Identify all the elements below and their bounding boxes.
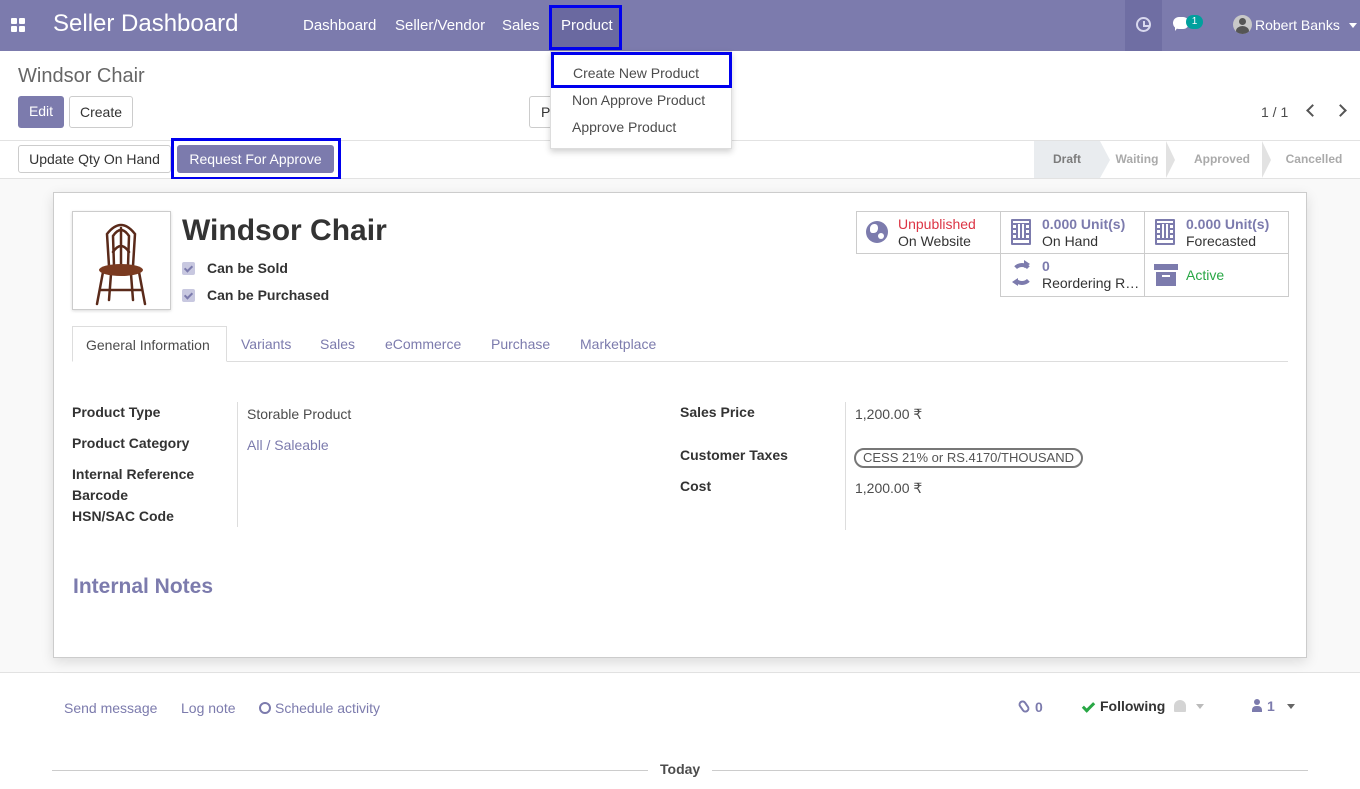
barcode-label: Barcode	[72, 487, 129, 503]
send-message-button[interactable]: Send message	[64, 700, 157, 716]
product-dropdown-menu: Create New Product Non Approve Product A…	[550, 51, 732, 149]
cost-value: 1,200.00 ₹	[855, 480, 923, 496]
pager-value[interactable]: 1 / 1	[1261, 104, 1288, 120]
attachment-count[interactable]: 0	[1035, 699, 1043, 715]
tab-ecommerce[interactable]: eCommerce	[385, 336, 461, 352]
internal-reference-label: Internal Reference	[72, 466, 195, 482]
website-label: On Website	[898, 233, 971, 249]
create-new-product-label: Create New Product	[573, 65, 700, 81]
archive-icon-slot	[1162, 275, 1170, 277]
active-label: Active	[1186, 267, 1225, 283]
update-qty-button[interactable]: Update Qty On Hand	[18, 145, 171, 173]
menu-product[interactable]: Product	[549, 5, 622, 50]
user-menu[interactable]: Robert Banks	[1255, 17, 1340, 33]
hsn-sac-code-label: HSN/SAC Code	[72, 508, 174, 524]
apps-menu-icon[interactable]	[11, 18, 25, 32]
followers-count[interactable]: 1	[1267, 698, 1275, 714]
menu-seller-vendor[interactable]: Seller/Vendor	[395, 17, 485, 34]
bell-icon[interactable]	[1174, 700, 1186, 712]
clock-icon	[1136, 17, 1151, 32]
tab-marketplace[interactable]: Marketplace	[580, 336, 656, 352]
can-be-sold-checkbox[interactable]	[182, 262, 195, 275]
chevron-left-icon[interactable]	[1306, 104, 1319, 117]
approve-product-item[interactable]: Approve Product	[572, 119, 676, 135]
on-hand-label: On Hand	[1042, 233, 1099, 249]
menu-dashboard[interactable]: Dashboard	[303, 17, 376, 34]
menu-sales[interactable]: Sales	[502, 17, 540, 34]
chevron-down-icon[interactable]	[1349, 23, 1357, 28]
stage-draft[interactable]: Draft	[1034, 141, 1100, 178]
user-avatar[interactable]	[1233, 15, 1252, 34]
clock-icon	[259, 702, 271, 714]
date-separator-line	[52, 770, 648, 771]
chevron-right-icon[interactable]	[1334, 104, 1347, 117]
edit-button[interactable]: Edit	[18, 96, 64, 128]
create-new-product-item[interactable]: Create New Product	[551, 52, 732, 88]
globe-icon	[866, 221, 888, 243]
create-button[interactable]: Create	[69, 96, 133, 128]
stage-divider	[1100, 141, 1110, 178]
can-be-sold-label: Can be Sold	[207, 260, 288, 276]
product-category-label: Product Category	[72, 435, 190, 451]
product-image[interactable]	[72, 211, 171, 310]
today-separator: Today	[660, 761, 701, 777]
message-count-badge: 1	[1186, 15, 1203, 29]
breadcrumb: Windsor Chair	[18, 65, 145, 87]
chair-image	[95, 223, 147, 306]
paperclip-icon[interactable]	[1016, 698, 1032, 715]
sales-price-label: Sales Price	[680, 404, 755, 420]
tab-sales[interactable]: Sales	[320, 336, 355, 352]
can-be-purchased-label: Can be Purchased	[207, 287, 330, 303]
request-for-approve-button[interactable]: Request For Approve	[177, 145, 334, 173]
forecasted-label: Forecasted	[1186, 233, 1257, 249]
stage-waiting[interactable]: Waiting	[1110, 141, 1164, 178]
cost-label: Cost	[680, 478, 712, 494]
tab-variants[interactable]: Variants	[241, 336, 291, 352]
tabs-divider	[72, 361, 1288, 362]
forecasted-value: 0.000 Unit(s)	[1186, 216, 1270, 232]
activity-tray[interactable]	[1125, 0, 1162, 51]
product-category-link[interactable]: All / Saleable	[247, 437, 329, 453]
chevron-down-icon[interactable]	[1196, 704, 1204, 709]
following-button[interactable]: Following	[1100, 698, 1165, 714]
top-navbar: Seller Dashboard Dashboard Seller/Vendor…	[0, 0, 1360, 51]
building-icon	[1155, 219, 1175, 245]
product-type-value: Storable Product	[247, 406, 352, 422]
website-status: Unpublished	[898, 216, 976, 232]
stage-divider	[1166, 141, 1175, 178]
stage-divider	[1262, 141, 1271, 178]
customer-taxes-label: Customer Taxes	[680, 447, 788, 463]
on-hand-value: 0.000 Unit(s)	[1042, 216, 1126, 232]
app-brand: Seller Dashboard	[53, 10, 239, 37]
building-icon	[1011, 219, 1031, 245]
user-icon	[1252, 699, 1262, 712]
field-divider	[845, 402, 846, 530]
refresh-icon	[1011, 260, 1033, 286]
internal-notes-heading: Internal Notes	[73, 575, 214, 598]
field-divider	[237, 402, 238, 527]
non-approve-product-item[interactable]: Non Approve Product	[572, 92, 705, 108]
stage-approved[interactable]: Approved	[1182, 141, 1262, 178]
sales-price-value: 1,200.00 ₹	[855, 406, 923, 422]
tab-general-information[interactable]: General Information	[72, 326, 227, 362]
tab-purchase[interactable]: Purchase	[491, 336, 550, 352]
customer-tax-tag[interactable]: CESS 21% or RS.4170/THOUSAND	[854, 448, 1083, 468]
product-type-label: Product Type	[72, 404, 161, 420]
product-name[interactable]: Windsor Chair	[182, 214, 387, 248]
stage-cancelled[interactable]: Cancelled	[1278, 141, 1350, 178]
date-separator-line	[712, 770, 1308, 771]
schedule-activity-button[interactable]: Schedule activity	[275, 700, 380, 716]
log-note-button[interactable]: Log note	[181, 700, 236, 716]
reordering-count: 0	[1042, 258, 1050, 274]
check-icon	[1081, 699, 1096, 713]
reordering-label: Reordering R…	[1042, 275, 1140, 291]
can-be-purchased-checkbox[interactable]	[182, 289, 195, 302]
chevron-down-icon[interactable]	[1287, 704, 1295, 709]
